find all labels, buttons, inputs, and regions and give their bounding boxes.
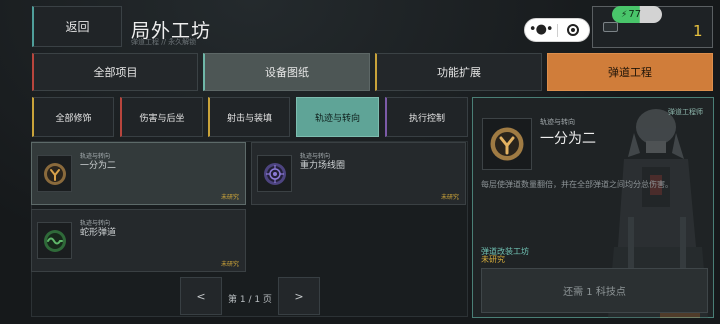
item-status: 未研究: [220, 261, 239, 268]
item-card-split[interactable]: 轨迹与转向 一分为二 未研究: [31, 142, 246, 205]
tab-equipment-blueprints[interactable]: 设备图纸: [203, 53, 370, 91]
gravity-coil-icon: [263, 162, 286, 185]
tech-point-count: 1: [693, 22, 703, 40]
back-button[interactable]: 返回: [32, 6, 122, 47]
split-icon: [43, 162, 66, 185]
lightning-icon: ⚡: [621, 9, 628, 20]
detail-description: 每层使弹道数量翻倍，并在全部弹道之间均分总伤害。: [481, 180, 673, 189]
item-name: 蛇形弹道: [80, 228, 117, 238]
tab-all-projects[interactable]: 全部项目: [32, 53, 198, 91]
detail-icon-frame: [482, 118, 532, 170]
item-status: 未研究: [220, 194, 239, 201]
miniprogram-capsule: •●•: [524, 18, 590, 42]
subtab-fire-reload[interactable]: 射击与装填: [208, 97, 290, 137]
tab-ballistic-engineering[interactable]: 弹道工程: [547, 53, 713, 91]
energy-badge: ⚡ 77: [612, 6, 662, 23]
split-icon: [490, 127, 524, 161]
detail-name: 一分为二: [540, 131, 596, 147]
close-circle-icon: [567, 24, 580, 36]
item-card-gravity-coil[interactable]: 轨迹与转向 重力场线圈 未研究: [251, 142, 466, 205]
prev-page-button[interactable]: <: [180, 277, 222, 315]
tech-card-icon: [603, 22, 618, 32]
tab-function-expansion[interactable]: 功能扩展: [375, 53, 542, 91]
page-indicator: 第 1 / 1 页: [228, 295, 272, 305]
detail-status: 未研究: [481, 255, 505, 264]
detail-role: 弹道工程师: [668, 108, 703, 116]
page-subtitle: 弹道工程 // 永久解锁: [131, 38, 197, 46]
serpent-icon: [43, 229, 66, 252]
subtab-damage-recoil[interactable]: 伤害与后坐: [120, 97, 203, 137]
item-status: 未研究: [440, 194, 459, 201]
subtab-all-mods[interactable]: 全部修饰: [32, 97, 114, 137]
item-icon-frame: [37, 155, 72, 192]
item-card-serpent[interactable]: 轨迹与转向 蛇形弹道 未研究: [31, 209, 246, 272]
close-miniprogram-button[interactable]: [557, 24, 589, 36]
item-icon-frame: [37, 222, 72, 259]
more-menu-icon[interactable]: •●•: [525, 20, 557, 40]
item-name: 重力场线圈: [300, 161, 346, 171]
next-page-button[interactable]: >: [278, 277, 320, 315]
item-name: 一分为二: [80, 161, 117, 171]
detail-category: 轨迹与转向: [540, 118, 575, 126]
energy-value: 77: [628, 9, 642, 20]
subtab-trajectory-steering[interactable]: 轨迹与转向: [296, 97, 379, 137]
subtab-execution-control[interactable]: 执行控制: [385, 97, 468, 137]
research-button[interactable]: 还需 1 科技点: [481, 268, 708, 313]
item-icon-frame: [257, 155, 292, 192]
